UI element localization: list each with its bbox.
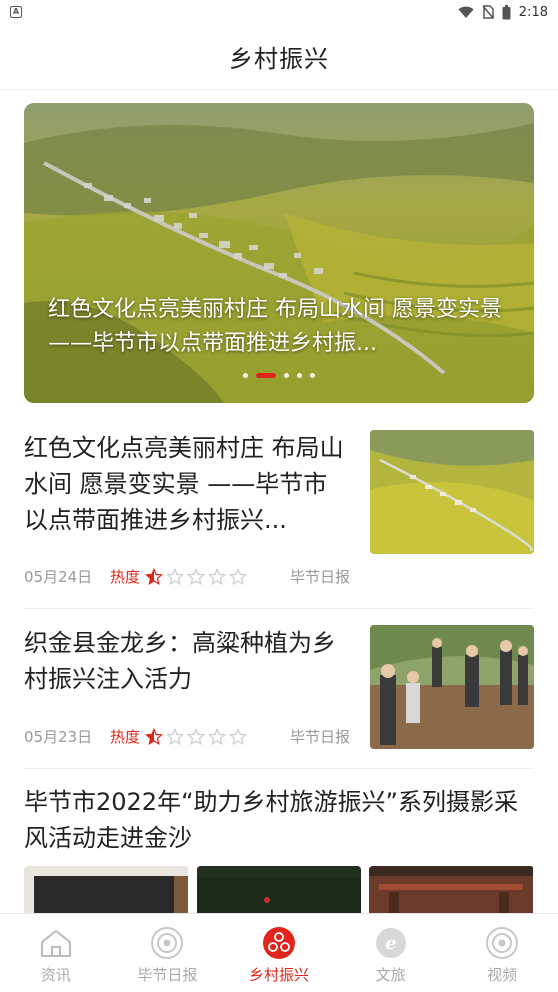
news-item[interactable]: 织金县金龙乡：高粱种植为乡村振兴注入活力 05月23日 热度 毕节日报 bbox=[24, 625, 534, 755]
tab-bijie-daily[interactable]: 毕节日报 bbox=[112, 914, 224, 992]
heat-rating-stars bbox=[144, 567, 248, 586]
news-item[interactable]: 红色文化点亮美丽村庄 布局山水间 愿景变实景 ——毕节市以点带面推进乡村振兴..… bbox=[24, 430, 534, 590]
news-meta: 05月23日 热度 毕节日报 bbox=[24, 726, 350, 747]
carousel-dot[interactable] bbox=[256, 373, 276, 378]
star-icon bbox=[208, 567, 226, 585]
banner-carousel[interactable]: 红色文化点亮美丽村庄 布局山水间 愿景变实景 ——毕节市以点带面推进乡村振... bbox=[24, 103, 534, 403]
star-icon bbox=[166, 567, 184, 585]
tab-label: 乡村振兴 bbox=[248, 966, 309, 984]
gallery-thumbnails[interactable] bbox=[24, 866, 534, 914]
wifi-icon bbox=[458, 6, 474, 18]
carousel-dot[interactable] bbox=[243, 373, 248, 378]
heat-label: 热度 bbox=[110, 568, 141, 586]
tab-label: 视频 bbox=[487, 966, 518, 984]
star-icon bbox=[187, 567, 205, 585]
news-title: 织金县金龙乡：高粱种植为乡村振兴注入活力 bbox=[24, 629, 336, 693]
star-icon bbox=[229, 567, 247, 585]
heat-label: 热度 bbox=[110, 728, 141, 746]
carousel-dot[interactable] bbox=[310, 373, 315, 378]
tab-label: 毕节日报 bbox=[137, 966, 198, 984]
star-icon bbox=[208, 727, 226, 745]
tab-rural-revival[interactable]: 乡村振兴 bbox=[223, 914, 335, 992]
gallery-photo bbox=[369, 866, 534, 914]
no-sim-icon bbox=[482, 5, 494, 19]
battery-icon bbox=[502, 4, 511, 19]
carousel-indicator bbox=[24, 373, 534, 378]
gallery-news-item[interactable]: 毕节市2022年“助力乡村旅游振兴”系列摄影采风活动走进金沙 bbox=[24, 784, 534, 856]
tab-label: 资讯 bbox=[40, 966, 71, 984]
farmers-planting-photo bbox=[370, 625, 534, 749]
home-icon bbox=[39, 926, 73, 960]
gallery-photo bbox=[24, 866, 189, 914]
news-title: 红色文化点亮美丽村庄 布局山水间 愿景变实景 ——毕节市以点带面推进乡村振兴..… bbox=[24, 434, 344, 534]
carousel-dot[interactable] bbox=[297, 373, 302, 378]
divider bbox=[24, 768, 534, 769]
heat-rating-stars bbox=[144, 727, 248, 746]
gallery-photo bbox=[196, 866, 362, 914]
news-date: 05月24日 bbox=[24, 568, 93, 586]
carousel-dot[interactable] bbox=[284, 373, 289, 378]
clock-time: 2:18 bbox=[518, 4, 548, 20]
culture-tourism-icon: e bbox=[374, 926, 408, 960]
title-bar: 乡村振兴 bbox=[0, 24, 558, 90]
tab-video[interactable]: 视频 bbox=[446, 914, 558, 992]
tab-culture-tourism[interactable]: e 文旅 bbox=[335, 914, 447, 992]
star-icon bbox=[229, 727, 247, 745]
star-icon bbox=[187, 727, 205, 745]
news-meta: 05月24日 热度 毕节日报 bbox=[24, 566, 350, 587]
rural-revival-icon bbox=[262, 926, 296, 960]
page-title: 乡村振兴 bbox=[229, 45, 329, 73]
star-icon bbox=[145, 567, 163, 585]
star-icon bbox=[166, 727, 184, 745]
news-title: 毕节市2022年“助力乡村旅游振兴”系列摄影采风活动走进金沙 bbox=[24, 788, 518, 852]
star-icon bbox=[145, 727, 163, 745]
tab-label: 文旅 bbox=[375, 966, 406, 984]
banner-caption: 红色文化点亮美丽村庄 布局山水间 愿景变实景 ——毕节市以点带面推进乡村振... bbox=[48, 297, 502, 356]
app-notification-icon: A bbox=[10, 6, 22, 18]
bottom-tab-bar: 资讯 毕节日报 乡村振兴 e 文旅 视频 bbox=[0, 913, 558, 992]
divider bbox=[24, 608, 534, 609]
svg-text:e: e bbox=[385, 933, 396, 954]
village-fields-photo bbox=[370, 430, 534, 554]
news-source: 毕节日报 bbox=[290, 568, 351, 586]
news-date: 05月23日 bbox=[24, 728, 93, 746]
newspaper-circle-icon bbox=[150, 926, 184, 960]
news-source: 毕节日报 bbox=[290, 728, 351, 746]
status-bar: A 2:18 bbox=[0, 0, 558, 24]
video-circle-icon bbox=[485, 926, 519, 960]
tab-news[interactable]: 资讯 bbox=[0, 914, 112, 992]
